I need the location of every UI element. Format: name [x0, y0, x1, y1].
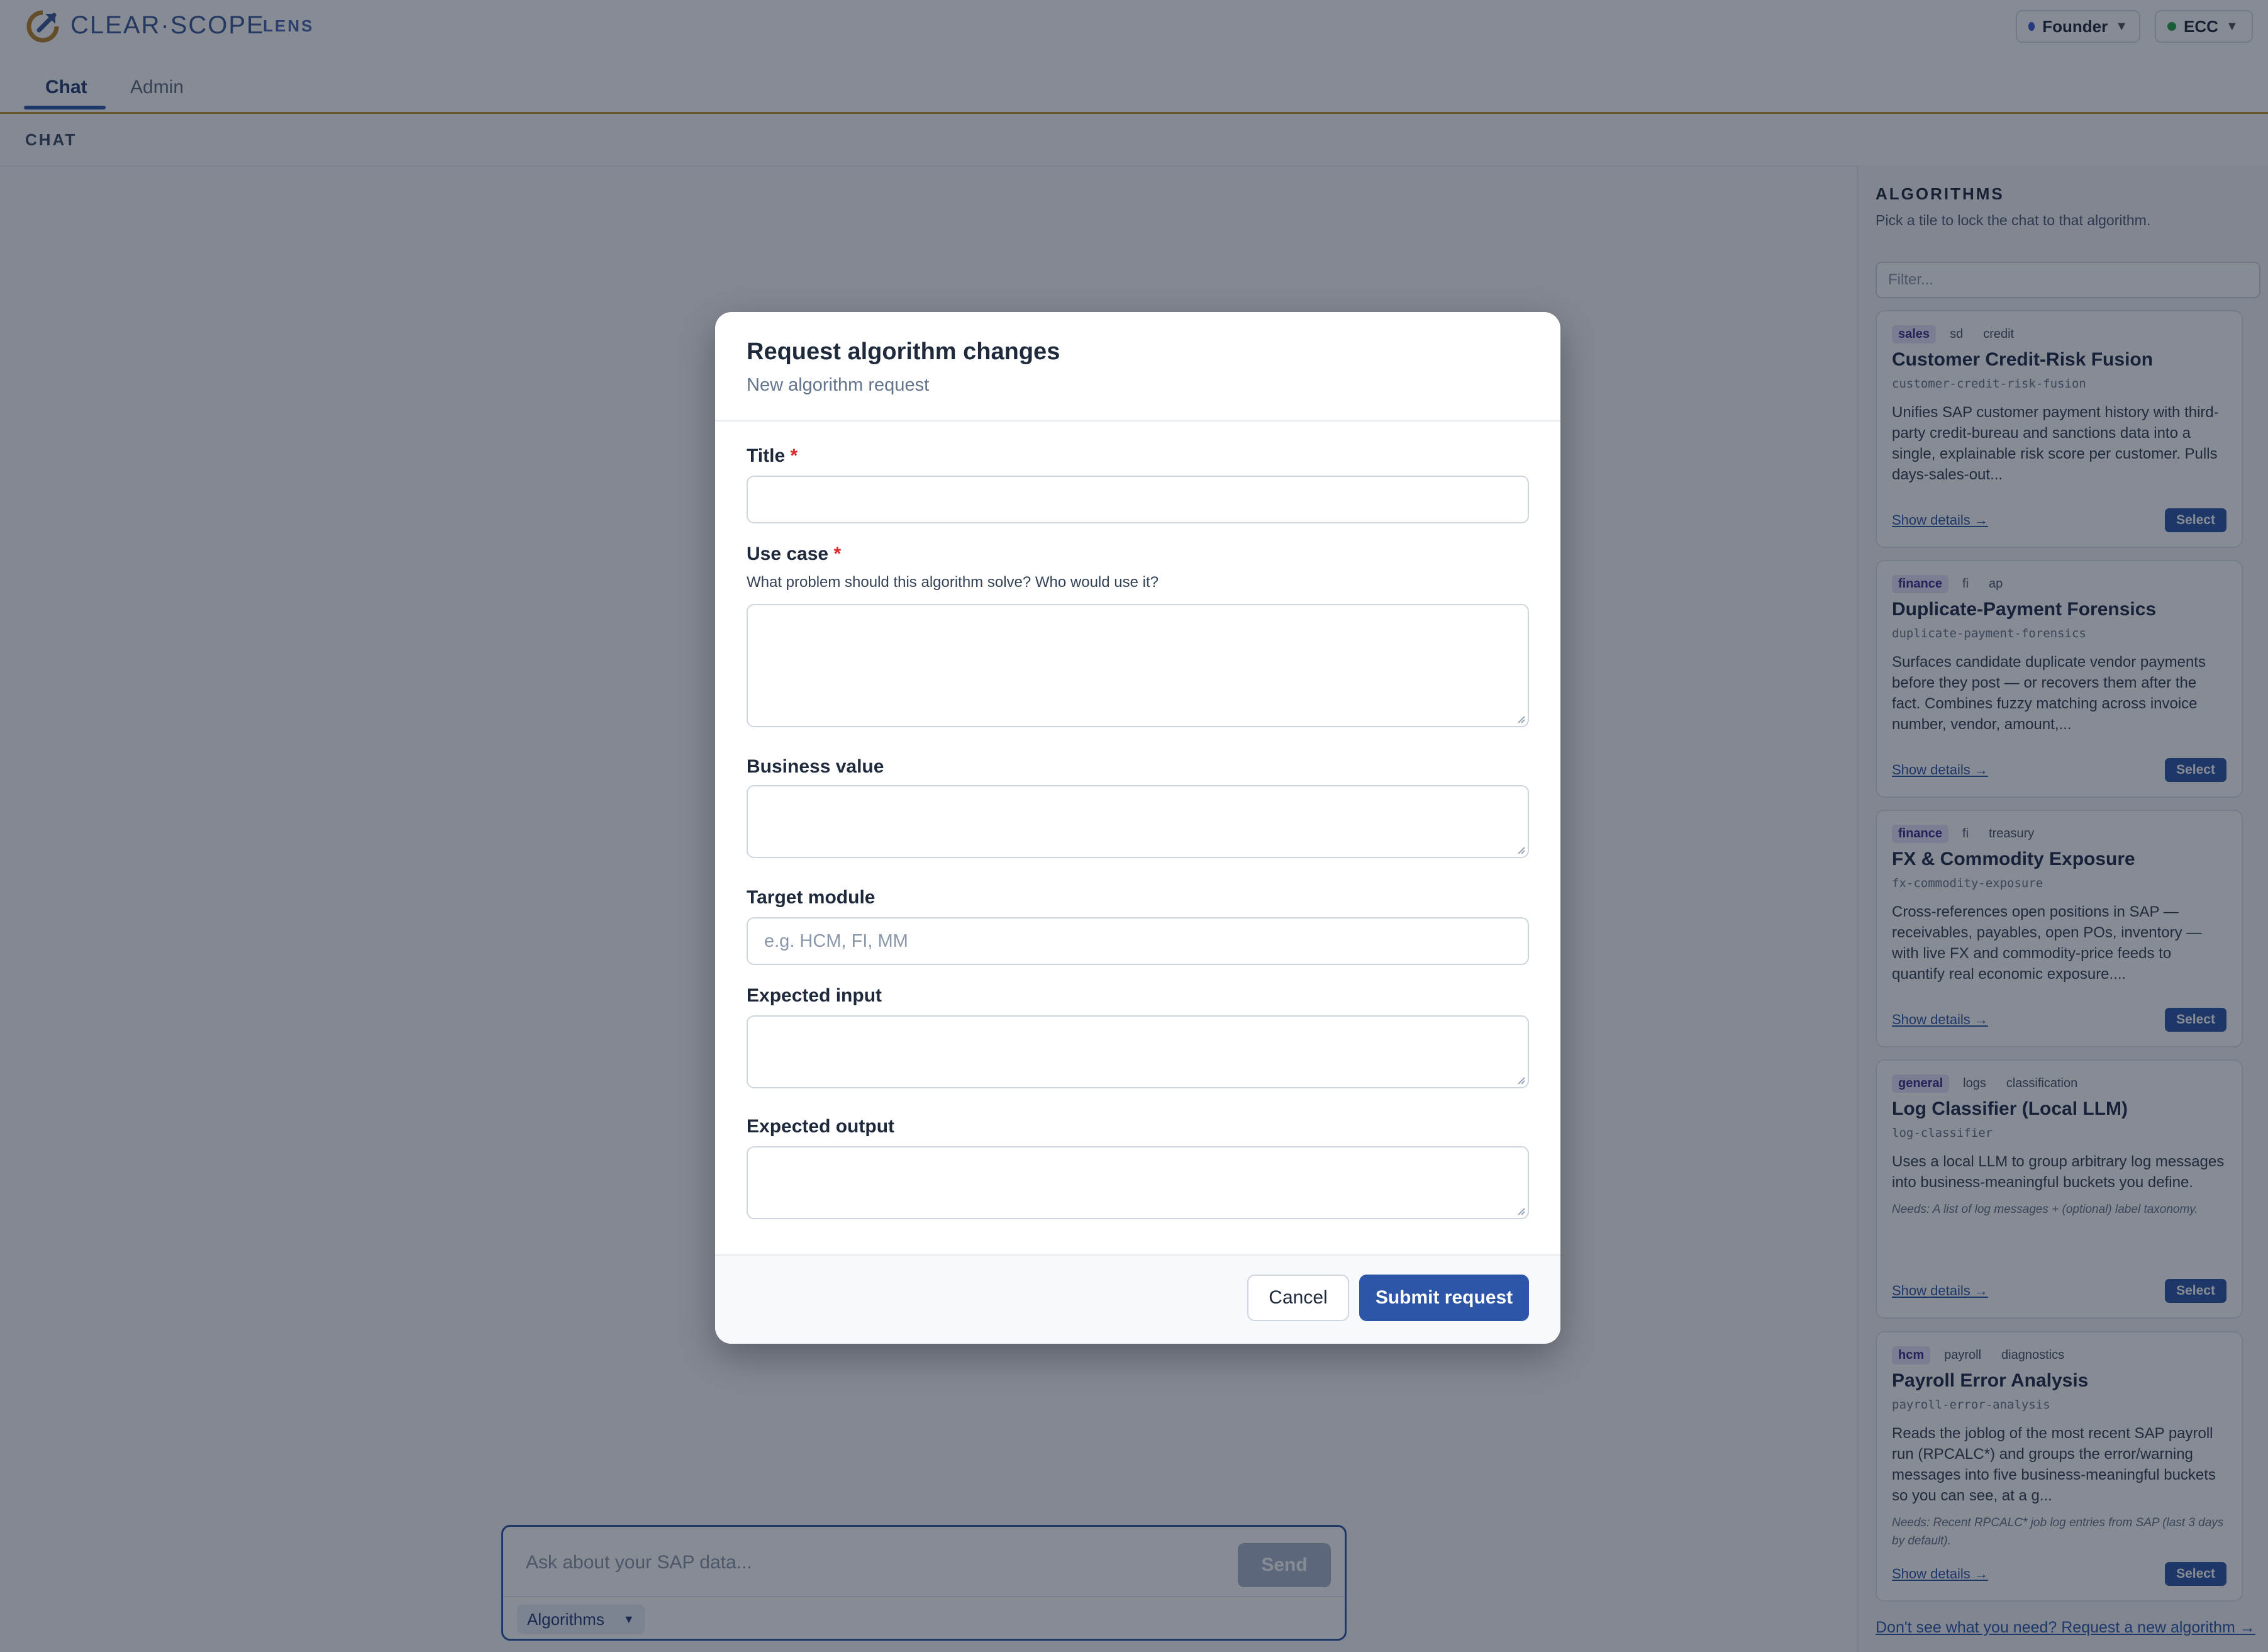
title-label-text: Title — [747, 445, 786, 466]
resize-handle-icon[interactable] — [1516, 1207, 1525, 1215]
required-marker: * — [833, 544, 842, 564]
dialog-header: Request algorithm changes New algorithm … — [715, 312, 1560, 421]
dialog-title: Request algorithm changes — [747, 338, 1060, 365]
resize-handle-icon[interactable] — [1516, 715, 1525, 723]
expected-output-textarea[interactable] — [747, 1146, 1529, 1219]
expected-input-label: Expected input — [747, 985, 882, 1006]
expected-output-label: Expected output — [747, 1116, 895, 1137]
dialog-subtitle: New algorithm request — [747, 375, 930, 395]
use-case-label-text: Use case — [747, 544, 829, 564]
title-input[interactable] — [747, 476, 1529, 523]
use-case-textarea[interactable] — [747, 604, 1529, 727]
resize-handle-icon[interactable] — [1516, 846, 1525, 854]
title-label: Title * — [747, 445, 798, 467]
submit-request-button[interactable]: Submit request — [1359, 1275, 1529, 1321]
cancel-button[interactable]: Cancel — [1247, 1275, 1349, 1321]
target-module-placeholder: e.g. HCM, FI, MM — [764, 931, 908, 951]
resize-handle-icon[interactable] — [1516, 1076, 1525, 1085]
use-case-help: What problem should this algorithm solve… — [747, 574, 1159, 591]
target-module-input[interactable]: e.g. HCM, FI, MM — [747, 917, 1529, 965]
target-module-label: Target module — [747, 887, 876, 908]
expected-input-textarea[interactable] — [747, 1015, 1529, 1088]
request-algorithm-dialog: Request algorithm changes New algorithm … — [715, 312, 1560, 1344]
required-marker: * — [790, 445, 798, 466]
business-value-label: Business value — [747, 756, 884, 777]
use-case-label: Use case * — [747, 544, 841, 565]
dialog-footer: Cancel Submit request — [715, 1254, 1560, 1344]
business-value-textarea[interactable] — [747, 785, 1529, 858]
